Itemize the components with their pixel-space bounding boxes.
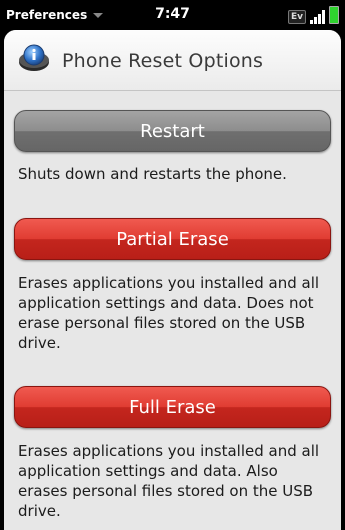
status-bar: Preferences 7:47 Ev bbox=[0, 0, 345, 30]
status-icons[interactable]: Ev bbox=[287, 6, 339, 24]
signal-strength-icon bbox=[310, 10, 325, 24]
restart-description: Shuts down and restarts the phone. bbox=[18, 165, 287, 183]
battery-icon bbox=[329, 6, 339, 24]
page-title: Phone Reset Options bbox=[62, 50, 264, 72]
partial-erase-description: Erases applications you installed and al… bbox=[18, 274, 320, 352]
network-type-icon: Ev bbox=[287, 10, 306, 24]
partial-erase-button[interactable]: Partial Erase bbox=[14, 218, 331, 260]
info-globe-icon bbox=[18, 44, 50, 74]
full-erase-description: Erases applications you installed and al… bbox=[18, 442, 320, 520]
full-erase-button[interactable]: Full Erase bbox=[14, 386, 331, 428]
page-header: Phone Reset Options bbox=[4, 30, 341, 91]
preferences-card: Phone Reset Options Restart Shuts down a… bbox=[4, 30, 341, 530]
restart-button[interactable]: Restart bbox=[14, 110, 331, 152]
